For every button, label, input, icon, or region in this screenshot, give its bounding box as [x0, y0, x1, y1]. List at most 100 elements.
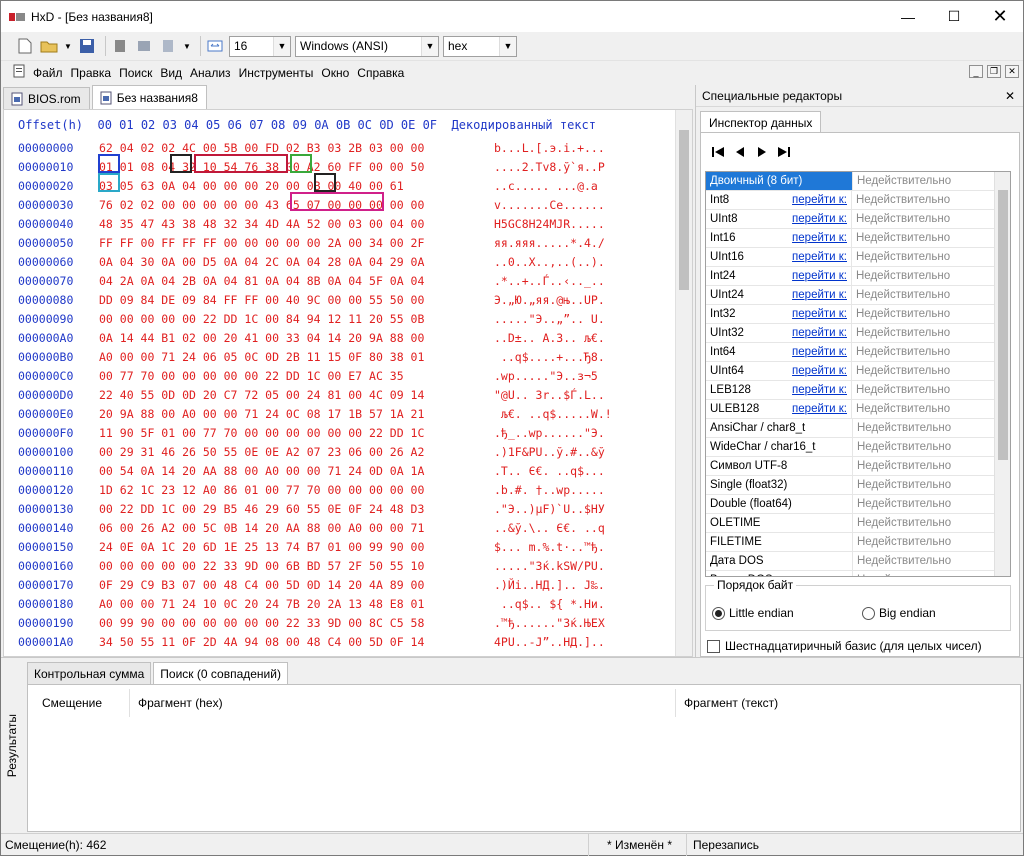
hex-row[interactable]: 000000B0 A0 00 00 71 24 06 05 0C 0D 2B 11…: [4, 348, 612, 367]
row-bytes[interactable]: 00 77 70 00 00 00 00 00 22 DD 1C 00 E7 A…: [99, 367, 494, 386]
row-text[interactable]: .™ђ......"3ќ.ЊЕX: [494, 614, 605, 633]
tab-untitled8[interactable]: Без названия8: [91, 85, 207, 109]
row-text[interactable]: ..&ў.\.. Є€. ..q: [494, 519, 605, 538]
goto-link[interactable]: перейти к:: [786, 381, 852, 399]
row-bytes[interactable]: A0 00 00 71 24 06 05 0C 0D 2B 11 15 0F 8…: [99, 348, 494, 367]
hex-row[interactable]: 00000090 00 00 00 00 00 22 DD 1C 00 84 94…: [4, 310, 612, 329]
next-icon[interactable]: [753, 143, 771, 161]
row-bytes[interactable]: 00 99 90 00 00 00 00 00 00 22 33 9D 00 8…: [99, 614, 494, 633]
row-text[interactable]: b...L.[.э.і.+...: [494, 139, 605, 158]
row-text[interactable]: "@U.. Зr..$Ѓ.L..: [494, 386, 605, 405]
little-endian-radio[interactable]: Little endian: [712, 606, 794, 620]
goto-link[interactable]: перейти к:: [786, 229, 852, 247]
row-text[interactable]: .*..+..Ѓ..‹.._..: [494, 272, 605, 291]
inspector-row[interactable]: LEB128 перейти к: Недействительно: [706, 381, 1010, 400]
row-text[interactable]: љ€. ..q$.....W.!: [494, 405, 612, 424]
inspector-value[interactable]: Недействительно: [852, 400, 1010, 418]
hex-row[interactable]: 000000C0 00 77 70 00 00 00 00 00 22 DD 1C…: [4, 367, 612, 386]
row-text[interactable]: ..q$.. ${ *.Hи.: [494, 595, 605, 614]
tab-bios-rom[interactable]: BIOS.rom: [3, 87, 90, 109]
row-text[interactable]: ....2.Tv8.ў`я..P: [494, 158, 605, 177]
tab-search[interactable]: Поиск (0 совпадений): [153, 662, 288, 684]
row-bytes[interactable]: FF FF 00 FF FF FF 00 00 00 00 00 2A 00 3…: [99, 234, 494, 253]
hex-row[interactable]: 00000120 1D 62 1C 23 12 A0 86 01 00 77 70…: [4, 481, 612, 500]
row-bytes[interactable]: 04 2A 0A 04 2B 0A 04 81 0A 04 8B 0A 04 5…: [99, 272, 494, 291]
hex-row[interactable]: 000000E0 20 9A 88 00 A0 00 00 71 24 0C 08…: [4, 405, 612, 424]
hex-row[interactable]: 00000190 00 99 90 00 00 00 00 00 00 22 33…: [4, 614, 612, 633]
inspector-value[interactable]: Недействительно: [853, 514, 1010, 532]
hex-row[interactable]: 000000F0 11 90 5F 01 00 77 70 00 00 00 00…: [4, 424, 612, 443]
inspector-value[interactable]: Недействительно: [852, 191, 1010, 209]
tool-button-1[interactable]: [110, 36, 130, 56]
grid-vertical-scrollbar[interactable]: [994, 172, 1010, 576]
row-text[interactable]: .b.#. †..wp.....: [494, 481, 605, 500]
row-text[interactable]: ..c..... ...@.a: [494, 177, 598, 196]
row-text[interactable]: .T.. Є€. ..q$...: [494, 462, 605, 481]
row-bytes[interactable]: 34 50 55 11 0F 2D 4A 94 08 00 48 C4 00 5…: [99, 633, 494, 652]
data-inspector-grid[interactable]: Двоичный (8 бит) Недействительно Int8 перей…: [705, 171, 1011, 577]
scrollbar-thumb[interactable]: [679, 130, 689, 290]
results-table[interactable]: Смещение Фрагмент (hex) Фрагмент (текст): [27, 684, 1021, 832]
hex-row[interactable]: 00000130 00 22 DD 1C 00 29 B5 46 29 60 55…: [4, 500, 612, 519]
row-bytes[interactable]: 03 05 63 0A 04 00 00 00 20 00 0B 00 40 0…: [99, 177, 494, 196]
first-icon[interactable]: [709, 143, 727, 161]
inspector-value[interactable]: Недействительно: [852, 362, 1010, 380]
inspector-row[interactable]: Дата DOS Недействительно: [706, 552, 1010, 571]
goto-link[interactable]: перейти к:: [786, 191, 852, 209]
inspector-value[interactable]: Недействительно: [853, 571, 1010, 576]
menu-edit[interactable]: Правка: [71, 66, 112, 80]
inspector-row[interactable]: Int16 перейти к: Недействительно: [706, 229, 1010, 248]
inspector-value[interactable]: Недействительно: [853, 172, 1010, 190]
row-bytes[interactable]: 0A 14 44 B1 02 00 20 41 00 33 04 14 20 9…: [99, 329, 494, 348]
column-fragment-hex[interactable]: Фрагмент (hex): [130, 689, 676, 717]
goto-link[interactable]: перейти к:: [786, 267, 852, 285]
inspector-row[interactable]: UInt64 перейти к: Недействительно: [706, 362, 1010, 381]
column-fragment-text[interactable]: Фрагмент (текст): [676, 689, 1016, 717]
inspector-value[interactable]: Недействительно: [853, 476, 1010, 494]
new-file-button[interactable]: [15, 36, 35, 56]
menu-search[interactable]: Поиск: [119, 66, 152, 80]
row-bytes[interactable]: 00 29 31 46 26 50 55 0E 0E A2 07 23 06 0…: [99, 443, 494, 462]
bytes-per-row-select[interactable]: 16 ▼: [229, 35, 291, 57]
row-bytes[interactable]: 76 02 02 00 00 00 00 00 43 65 07 00 00 0…: [99, 196, 494, 215]
hex-row[interactable]: 000000D0 22 40 55 0D 0D 20 C7 72 05 00 24…: [4, 386, 612, 405]
row-bytes[interactable]: 11 90 5F 01 00 77 70 00 00 00 00 00 00 2…: [99, 424, 494, 443]
goto-link[interactable]: перейти к:: [786, 343, 852, 361]
row-text[interactable]: Э.„Ю.„яя.@њ..UP.: [494, 291, 605, 310]
tool-dropdown-button[interactable]: ▼: [182, 36, 192, 56]
inspector-value[interactable]: Недействительно: [852, 248, 1010, 266]
hex-basis-checkbox[interactable]: Шестнадцатиричный базис (для целых чисел…: [707, 639, 982, 653]
inspector-row[interactable]: ULEB128 перейти к: Недействительно: [706, 400, 1010, 419]
row-text[interactable]: ....."Э..„”.. U.: [494, 310, 605, 329]
row-text[interactable]: .ђ_..wp......"Э.: [494, 424, 605, 443]
hex-editor-pane[interactable]: Offset(h) 00 01 02 03 04 05 06 07 08 09 …: [3, 109, 693, 657]
hex-row[interactable]: 00000030 76 02 02 00 00 00 00 00 43 65 07…: [4, 196, 612, 215]
row-text[interactable]: ....."3ќ.kЅW/PU.: [494, 557, 605, 576]
scrollbar-thumb[interactable]: [998, 190, 1008, 460]
inspector-row[interactable]: UInt24 перейти к: Недействительно: [706, 286, 1010, 305]
goto-link[interactable]: перейти к:: [786, 362, 852, 380]
inspector-row[interactable]: UInt32 перейти к: Недействительно: [706, 324, 1010, 343]
tab-checksum[interactable]: Контрольная сумма: [27, 662, 152, 684]
inspector-row[interactable]: OLETIME Недействительно: [706, 514, 1010, 533]
menu-tools[interactable]: Инструменты: [239, 66, 314, 80]
row-text[interactable]: $... m.%.t·..™ђ.: [494, 538, 605, 557]
row-bytes[interactable]: 62 04 02 02 4C 00 5B 00 FD 02 B3 03 2B 0…: [99, 139, 494, 158]
hex-row[interactable]: 00000060 0A 04 30 0A 00 D5 0A 04 2C 0A 04…: [4, 253, 612, 272]
row-text[interactable]: .)Йі..HД.].. J‰.: [494, 576, 605, 595]
hex-row[interactable]: 00000140 06 00 26 A2 00 5C 0B 14 20 AA 88…: [4, 519, 612, 538]
row-text[interactable]: ..q$....+...Ђ8.: [494, 348, 605, 367]
row-bytes[interactable]: 0F 29 C9 B3 07 00 48 C4 00 5D 0D 14 20 4…: [99, 576, 494, 595]
row-text[interactable]: яя.яяя.....*.4./: [494, 234, 605, 253]
mdi-close-button[interactable]: ✕: [1005, 65, 1019, 78]
inspector-value[interactable]: Недействительно: [852, 343, 1010, 361]
previous-icon[interactable]: [731, 143, 749, 161]
inspector-value[interactable]: Недействительно: [853, 495, 1010, 513]
row-bytes[interactable]: 48 35 47 43 38 48 32 34 4D 4A 52 00 03 0…: [99, 215, 494, 234]
inspector-value[interactable]: Недействительно: [853, 533, 1010, 551]
inspector-row[interactable]: AnsiChar / char8_t Недействительно: [706, 419, 1010, 438]
minimize-button[interactable]: —: [885, 1, 931, 32]
inspector-row[interactable]: Int64 перейти к: Недействительно: [706, 343, 1010, 362]
save-button[interactable]: [77, 36, 97, 56]
hex-row[interactable]: 000001A0 34 50 55 11 0F 2D 4A 94 08 00 48…: [4, 633, 612, 652]
